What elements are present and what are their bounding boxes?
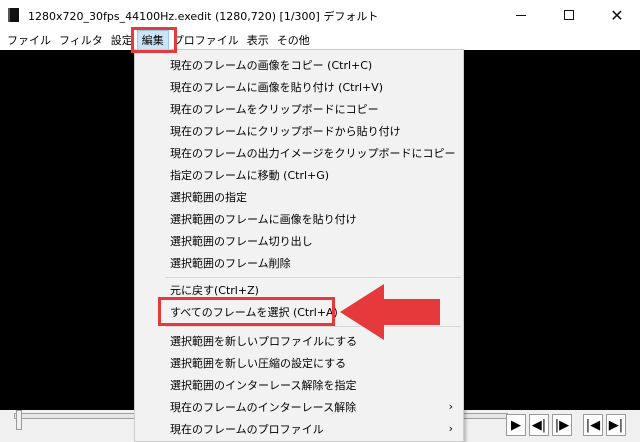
menu-view[interactable]: 表示 — [243, 30, 273, 50]
menu-item-set-selection[interactable]: 選択範囲の指定 — [135, 186, 463, 208]
menu-item-selection-new-compression[interactable]: 選択範囲を新しい圧縮の設定にする — [135, 352, 463, 374]
app-icon — [8, 8, 19, 22]
menu-item-cut-selection[interactable]: 選択範囲のフレーム切り出し — [135, 230, 463, 252]
last-frame-icon: ▶| — [608, 417, 624, 433]
close-button[interactable]: ✕ — [594, 0, 640, 30]
prev-frame-button[interactable]: ◀| — [529, 414, 549, 436]
menu-profile[interactable]: プロファイル — [169, 30, 243, 50]
edit-dropdown-menu: 現在のフレームの画像をコピー (Ctrl+C) 現在のフレームに画像を貼り付け … — [134, 49, 464, 442]
menu-file[interactable]: ファイル — [3, 30, 55, 50]
close-icon: ✕ — [610, 5, 624, 25]
minimize-icon — [516, 14, 526, 16]
play-button[interactable]: ▶ — [506, 414, 526, 436]
menu-item-label: 現在のフレームのインターレース解除 — [170, 401, 357, 414]
menu-item-goto-frame[interactable]: 指定のフレームに移動 (Ctrl+G) — [135, 164, 463, 186]
menu-item-paste-selection-image[interactable]: 選択範囲のフレームに画像を貼り付け — [135, 208, 463, 230]
menu-settings[interactable]: 設定 — [107, 30, 137, 50]
first-frame-button[interactable]: |◀ — [583, 414, 603, 436]
menu-item-label: 現在のフレームのプロファイル — [170, 423, 324, 436]
menu-other[interactable]: その他 — [273, 30, 314, 50]
minimize-button[interactable] — [498, 0, 544, 30]
menu-item-copy-output-image[interactable]: 現在のフレームの出力イメージをクリップボードにコピー — [135, 142, 463, 164]
seek-thumb[interactable] — [16, 410, 22, 430]
menu-item-frame-deinterlace[interactable]: 現在のフレームのインターレース解除 › — [135, 396, 463, 418]
menu-item-delete-selection[interactable]: 選択範囲のフレーム削除 — [135, 252, 463, 274]
menu-separator — [165, 277, 461, 278]
last-frame-button[interactable]: ▶| — [606, 414, 626, 436]
menu-item-paste-frame-clipboard[interactable]: 現在のフレームにクリップボードから貼り付け — [135, 120, 463, 142]
menu-item-paste-frame-image[interactable]: 現在のフレームに画像を貼り付け (Ctrl+V) — [135, 76, 463, 98]
prev-frame-icon: ◀| — [531, 417, 547, 433]
first-frame-icon: |◀ — [585, 417, 601, 433]
submenu-arrow-icon: › — [448, 400, 453, 413]
menu-item-copy-frame-clipboard[interactable]: 現在のフレームをクリップボードにコピー — [135, 98, 463, 120]
menu-bar: ファイル フィルタ 設定 編集 プロファイル 表示 その他 — [0, 30, 640, 50]
maximize-icon — [564, 10, 574, 20]
menu-filter[interactable]: フィルタ — [55, 30, 107, 50]
next-frame-button[interactable]: |▶ — [552, 414, 572, 436]
annotation-arrow-icon — [340, 284, 440, 340]
next-frame-icon: |▶ — [554, 417, 570, 433]
play-icon: ▶ — [511, 417, 521, 433]
submenu-arrow-icon: › — [448, 422, 453, 435]
maximize-button[interactable] — [546, 0, 592, 30]
menu-item-frame-profile[interactable]: 現在のフレームのプロファイル › — [135, 418, 463, 440]
window-title: 1280x720_30fps_44100Hz.exedit (1280,720)… — [28, 10, 379, 23]
title-bar: 1280x720_30fps_44100Hz.exedit (1280,720)… — [0, 0, 640, 30]
menu-item-selection-deinterlace[interactable]: 選択範囲のインターレース解除を指定 — [135, 374, 463, 396]
menu-item-copy-frame-image[interactable]: 現在のフレームの画像をコピー (Ctrl+C) — [135, 54, 463, 76]
menu-edit[interactable]: 編集 — [136, 30, 169, 50]
